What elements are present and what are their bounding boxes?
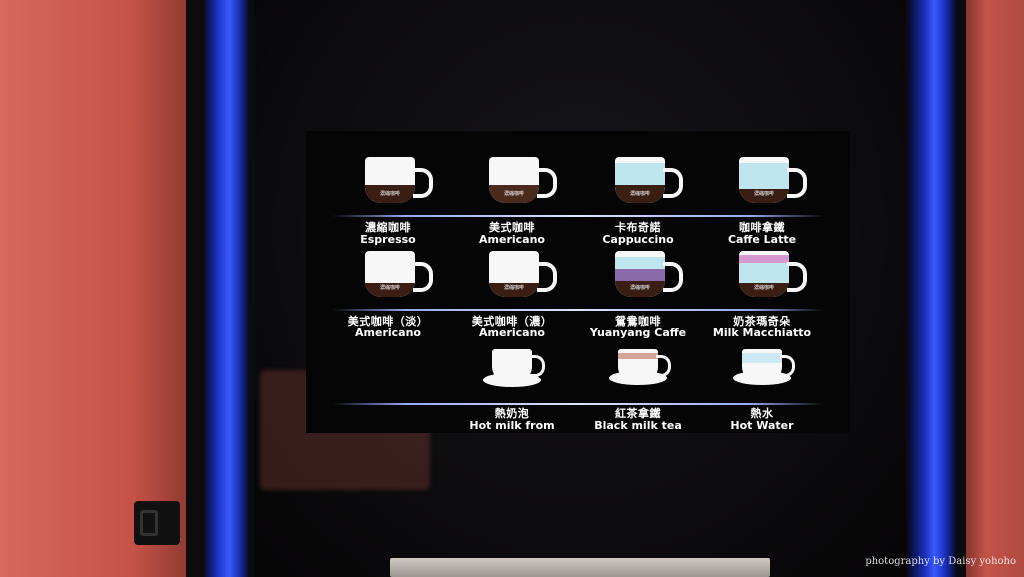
cup-icon <box>742 349 782 381</box>
drink-name-en: Yuanyang Caffe <box>589 326 687 339</box>
drink-name-en: Milk Macchiatto <box>712 326 812 339</box>
cup-icon: 濃縮咖啡 <box>615 157 665 203</box>
blue-light-strip-left <box>205 0 249 577</box>
drink-americano-strong[interactable]: 濃縮咖啡 美式咖啡（濃） Americano <box>447 251 577 341</box>
wall-left <box>0 0 190 577</box>
cup-icon: 濃縮咖啡 <box>489 251 539 297</box>
drink-name-en: Cappuccino <box>602 233 674 246</box>
drink-name-en: Caffe Latte <box>727 233 797 246</box>
drink-name-en: Hot Water <box>730 419 794 432</box>
drink-hot-milk-froth[interactable]: 熱奶泡 Hot milk from <box>447 345 577 435</box>
drink-hot-water[interactable]: 熱水 Hot Water <box>697 345 827 435</box>
blue-light-strip-right <box>908 0 956 577</box>
cup-icon: 濃縮咖啡 <box>739 157 789 203</box>
cup-handle-icon <box>787 168 807 198</box>
cup-icon <box>492 349 532 381</box>
cup-handle-icon <box>663 168 683 198</box>
key-icon <box>140 510 158 536</box>
cup-handle-icon <box>413 168 433 198</box>
divider-line <box>332 309 824 311</box>
drink-black-milk-tea[interactable]: 紅茶拿鐵 Black milk tea <box>573 345 703 435</box>
drink-caffe-latte[interactable]: 濃縮咖啡 咖啡拿鐵 Caffe Latte <box>697 157 827 247</box>
cup-icon: 濃縮咖啡 <box>615 251 665 297</box>
drink-name-en: Americano <box>479 233 545 246</box>
drink-americano[interactable]: 濃縮咖啡 美式咖啡 Americano <box>447 157 577 247</box>
cup-handle-icon <box>787 262 807 292</box>
cup-icon: 濃縮咖啡 <box>739 251 789 297</box>
wall-right <box>962 0 1024 577</box>
cup-icon: 濃縮咖啡 <box>489 157 539 203</box>
drink-name-en: Black milk tea <box>594 419 682 432</box>
cup-handle-icon <box>656 355 671 377</box>
cup-icon <box>618 349 658 381</box>
cup-handle-icon <box>537 168 557 198</box>
cup-handle-icon <box>537 262 557 292</box>
cup-icon: 濃縮咖啡 <box>365 251 415 297</box>
drink-yuanyang-caffe[interactable]: 濃縮咖啡 鴛鴦咖啡 Yuanyang Caffe <box>573 251 703 341</box>
cup-handle-icon <box>780 355 795 377</box>
drink-name-en: Americano <box>479 326 545 339</box>
drink-espresso[interactable]: 濃縮咖啡 濃縮咖啡 Espresso <box>323 157 453 247</box>
drink-name-en: Americano <box>355 326 421 339</box>
divider-line <box>332 403 824 405</box>
cup-icon: 濃縮咖啡 <box>365 157 415 203</box>
drink-cappuccino[interactable]: 濃縮咖啡 卡布奇諾 Cappuccino <box>573 157 703 247</box>
cup-handle-icon <box>530 355 545 377</box>
drink-name-en: Hot milk from <box>469 419 555 432</box>
watermark: photography by Daisy yohoho <box>865 556 1016 567</box>
dispenser-slot <box>390 558 770 577</box>
drink-americano-light[interactable]: 濃縮咖啡 美式咖啡（淡） Americano <box>323 251 453 341</box>
drink-name-en: Espresso <box>360 233 416 246</box>
cup-handle-icon <box>413 262 433 292</box>
menu-screen: 濃縮咖啡 濃縮咖啡 Espresso 濃縮咖啡 美式咖啡 Americano 濃… <box>306 131 850 433</box>
divider-line <box>332 215 824 217</box>
cup-handle-icon <box>663 262 683 292</box>
drink-milk-macchiatto[interactable]: 濃縮咖啡 奶茶瑪奇朵 Milk Macchiatto <box>697 251 827 341</box>
